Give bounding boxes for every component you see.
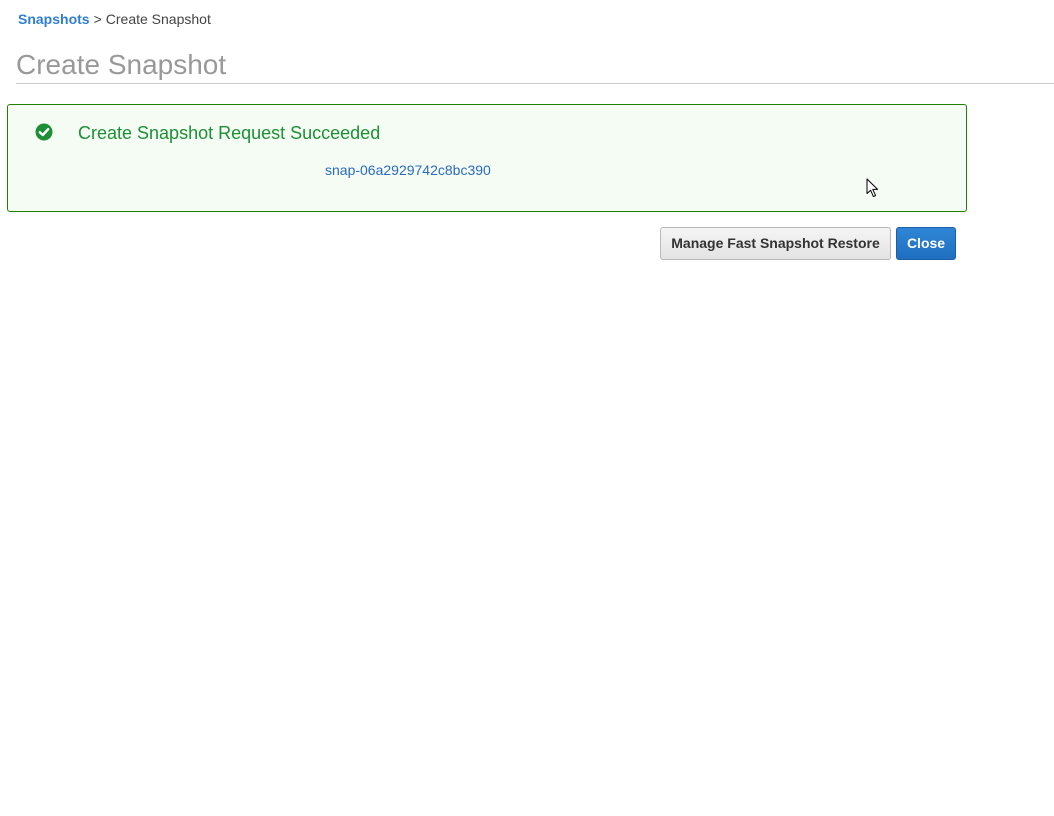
breadcrumb-separator: > <box>93 11 102 27</box>
create-snapshot-page: Snapshots > Create Snapshot Create Snapsho… <box>0 0 1054 816</box>
snapshot-id-link[interactable]: snap-06a2929742c8bc390 <box>325 162 491 178</box>
manage-fast-snapshot-restore-button[interactable]: Manage Fast Snapshot Restore <box>660 227 891 260</box>
mouse-pointer-icon <box>866 178 879 198</box>
breadcrumb-current: Create Snapshot <box>105 11 211 27</box>
title-divider <box>16 83 1054 84</box>
breadcrumb-snapshots-link[interactable]: Snapshots <box>18 11 90 27</box>
success-alert: Create Snapshot Request Succeeded snap-0… <box>7 104 967 212</box>
breadcrumb: Snapshots > Create Snapshot <box>18 11 211 27</box>
alert-title: Create Snapshot Request Succeeded <box>78 123 381 143</box>
page-title: Create Snapshot <box>16 49 227 80</box>
close-button[interactable]: Close <box>896 227 956 260</box>
check-circle-icon <box>35 123 53 141</box>
